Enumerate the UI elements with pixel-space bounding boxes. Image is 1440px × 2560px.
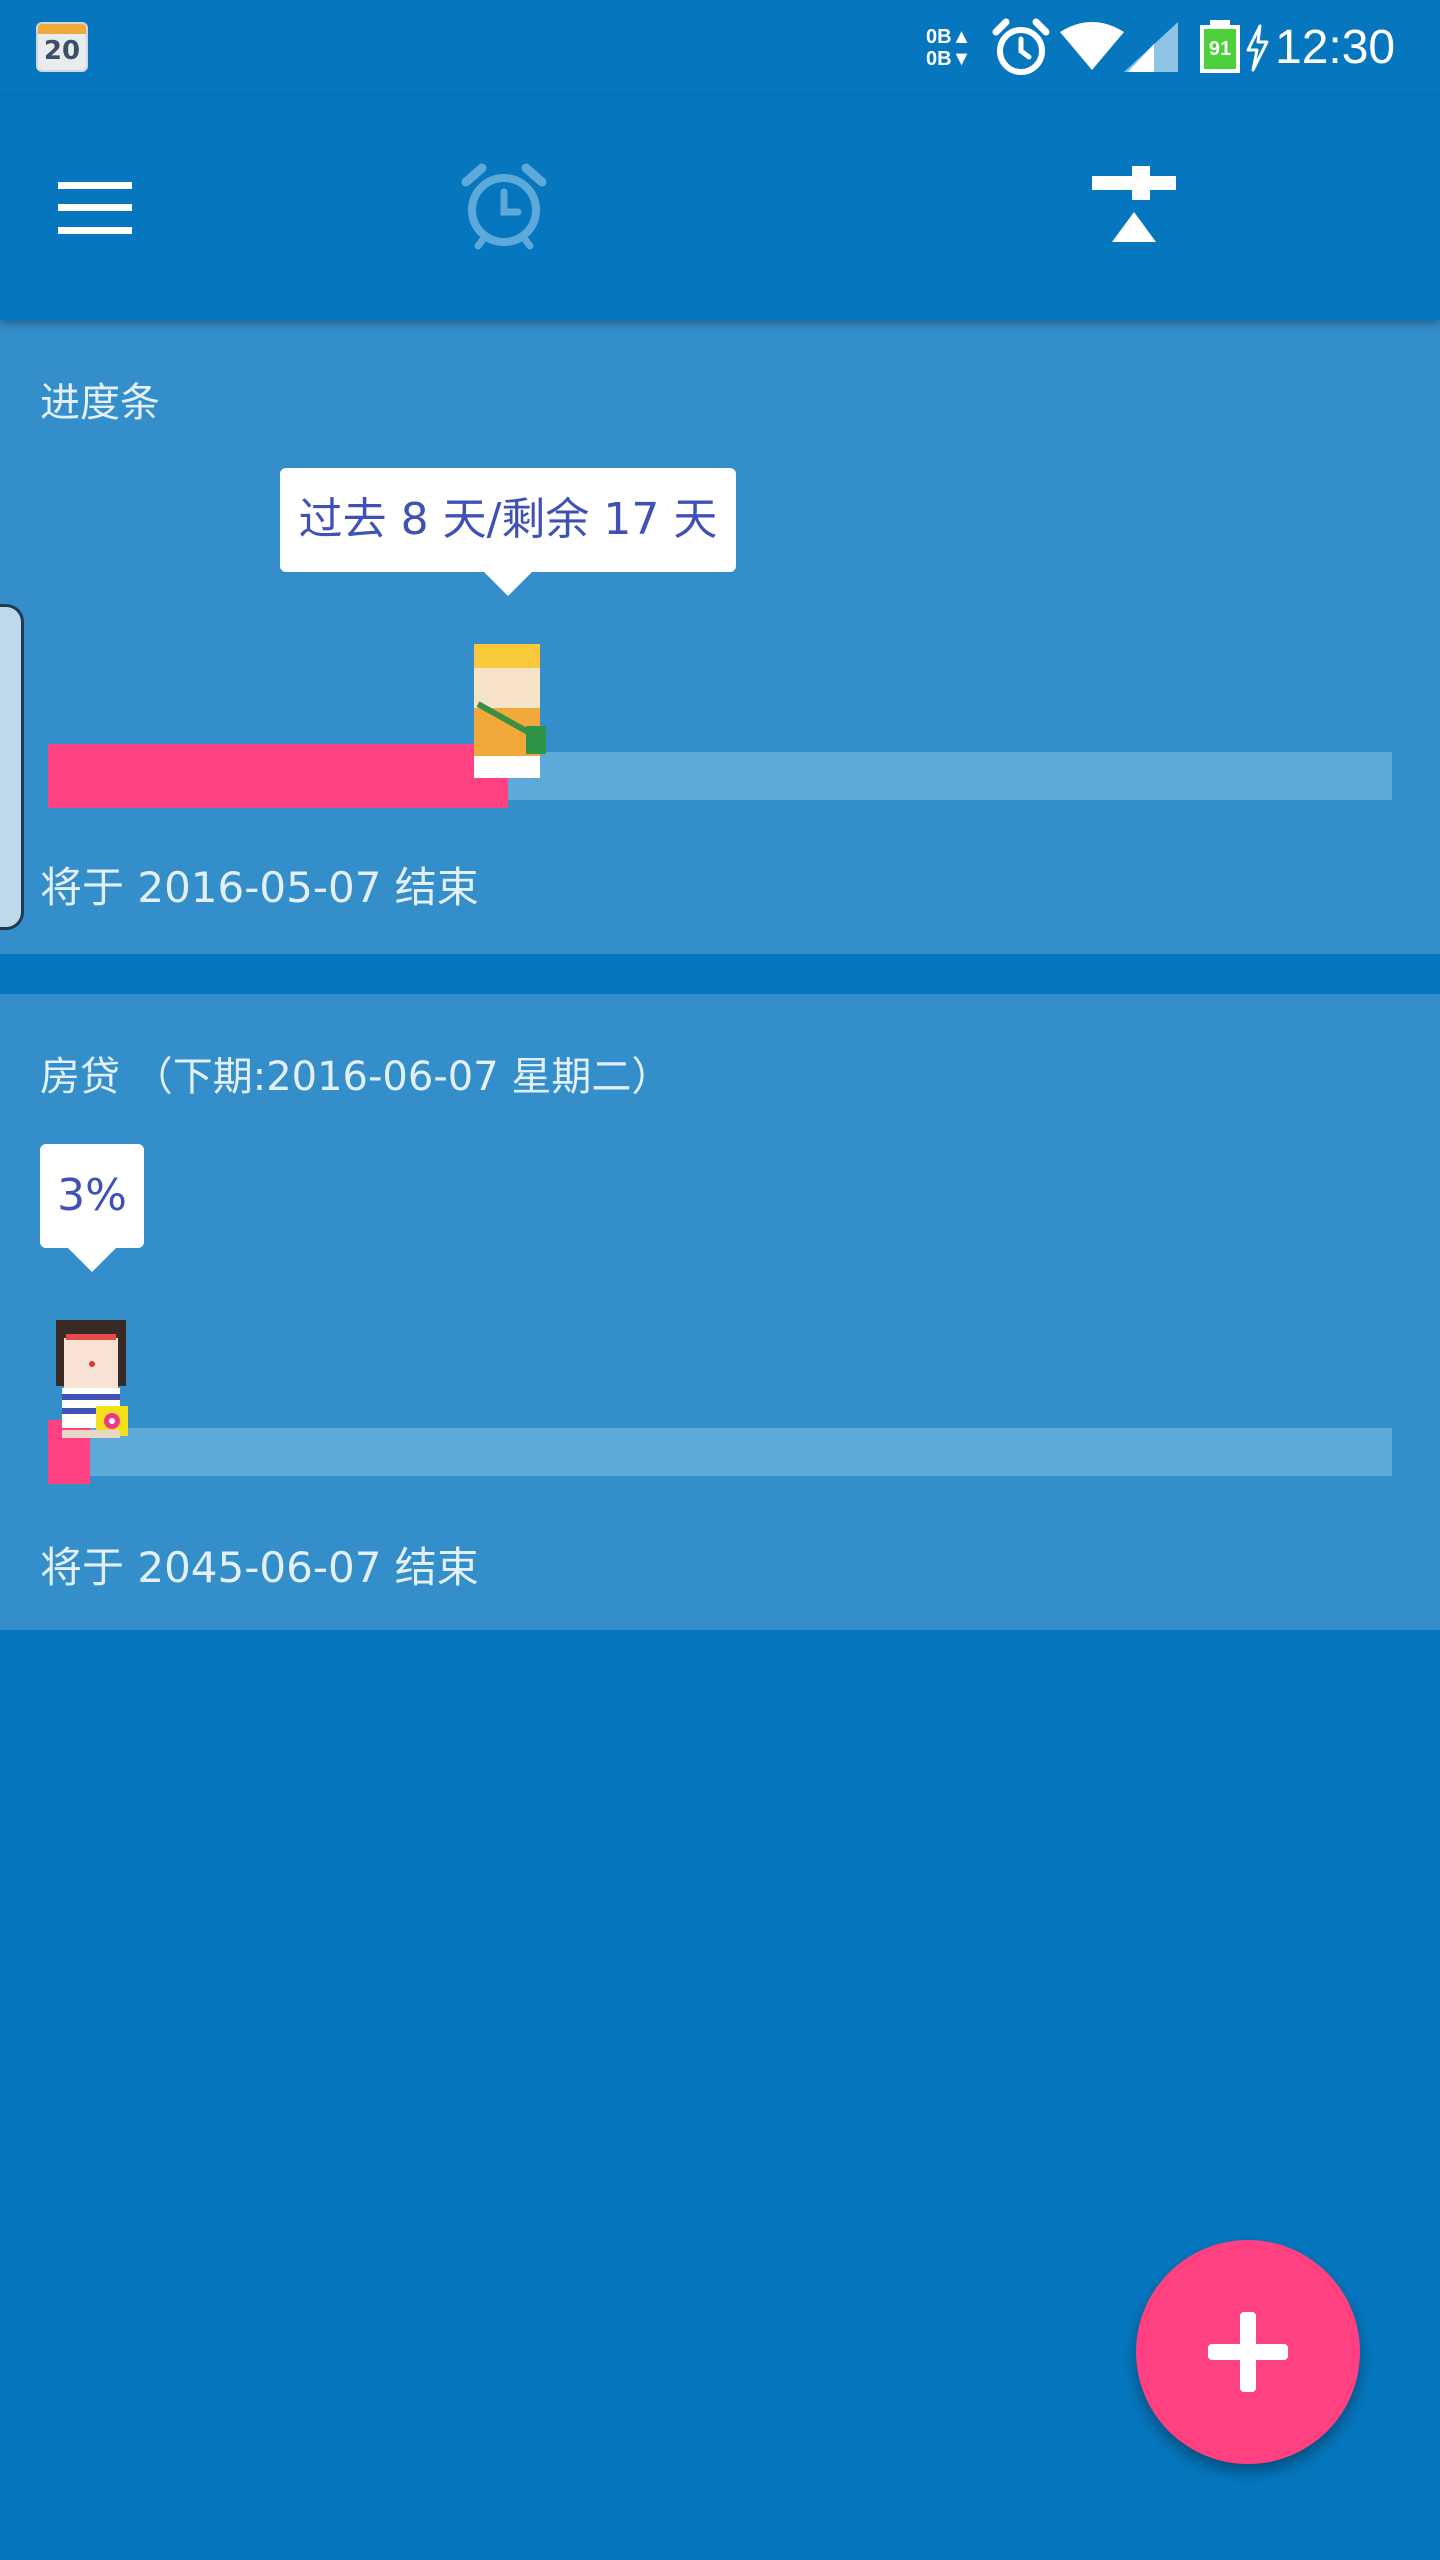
progress-card[interactable]: 进度条 过去 8 天/剩余 17 天 将于 2016-05-07 结束 — [0, 320, 1440, 954]
mortgage-card[interactable]: 房贷 （下期:2016-06-07 星期二） 3% 将于 2045-06-07 … — [0, 994, 1440, 1630]
sort-filter-icon[interactable] — [1090, 164, 1178, 244]
progress-track — [48, 1428, 1392, 1476]
alarm-icon — [992, 18, 1050, 75]
traffic-down: 0B▼ — [926, 48, 972, 70]
wifi-icon — [1060, 22, 1124, 70]
charging-icon — [1246, 24, 1269, 72]
end-date-text: 将于 2045-06-07 结束 — [40, 1543, 479, 1592]
network-traffic: 0B▲ 0B▼ — [926, 26, 971, 70]
character-icon — [56, 1320, 128, 1438]
end-date-text: 将于 2016-05-07 结束 — [40, 863, 479, 912]
status-bar: 20 0B▲ 0B▼ 91 12:30 — [0, 0, 1440, 96]
battery-level: 91 — [1208, 38, 1232, 60]
drawer-edge-handle[interactable] — [0, 604, 24, 930]
status-time: 12:30 — [1275, 21, 1396, 74]
progress-tooltip: 3% — [40, 1144, 144, 1272]
menu-icon[interactable] — [56, 180, 136, 236]
character-icon — [474, 644, 546, 778]
progress-tooltip: 过去 8 天/剩余 17 天 — [280, 468, 736, 596]
card-title: 进度条 — [40, 380, 160, 426]
add-button[interactable] — [1136, 2240, 1360, 2464]
calendar-icon: 20 — [36, 22, 88, 72]
traffic-up: 0B▲ — [926, 26, 972, 48]
alarm-clock-icon[interactable] — [458, 162, 550, 252]
card-title: 房贷 （下期:2016-06-07 星期二） — [40, 1054, 672, 1100]
app-toolbar — [0, 96, 1440, 320]
calendar-day: 20 — [43, 36, 81, 66]
signal-icon — [1124, 22, 1178, 72]
progress-fill — [48, 744, 508, 808]
